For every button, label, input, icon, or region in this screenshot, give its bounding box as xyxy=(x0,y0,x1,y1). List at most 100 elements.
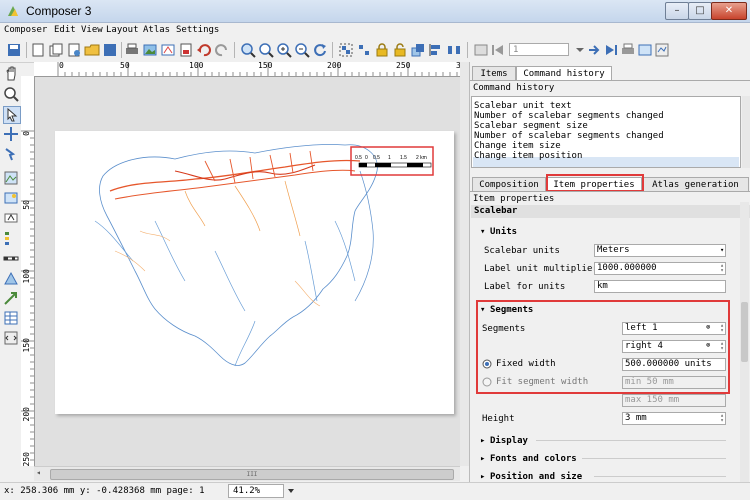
scroll-left-icon[interactable]: ◂ xyxy=(36,468,41,477)
display-section-header[interactable]: Display xyxy=(490,436,528,446)
label-for-units-field[interactable]: km xyxy=(594,280,726,293)
atlas-export-icon[interactable] xyxy=(637,42,653,58)
map-item[interactable]: 0.5 0 0.5 1 1.5 2 km xyxy=(55,131,454,414)
zoom-tool-icon[interactable] xyxy=(3,86,19,102)
scrollbar-handle[interactable] xyxy=(741,302,748,362)
clear-icon[interactable]: ⊗ xyxy=(706,341,710,349)
add-arrow-icon[interactable] xyxy=(3,290,19,306)
menu-view[interactable]: View xyxy=(81,23,103,37)
segments-section-header[interactable]: Segments xyxy=(490,305,533,315)
collapse-arrow-icon[interactable]: ▾ xyxy=(480,227,485,237)
spinbox-arrows-icon[interactable]: ▴ ▾ xyxy=(719,263,725,274)
fit-segment-radio[interactable] xyxy=(482,377,492,387)
expand-arrow-icon[interactable]: ▸ xyxy=(480,472,485,482)
export-pdf-icon[interactable] xyxy=(178,42,194,58)
fonts-colors-section-header[interactable]: Fonts and colors xyxy=(490,454,577,464)
list-item[interactable]: Scalebar segment size xyxy=(474,121,588,131)
clear-icon[interactable]: ⊗ xyxy=(706,323,710,331)
save-template-icon[interactable] xyxy=(102,42,118,58)
unlock-items-icon[interactable] xyxy=(392,42,408,58)
undo-icon[interactable] xyxy=(196,42,212,58)
collapse-arrow-icon[interactable]: ▾ xyxy=(480,305,485,315)
chevron-down-icon[interactable] xyxy=(287,487,295,495)
new-composer-icon[interactable] xyxy=(30,42,46,58)
zoom-in-icon[interactable] xyxy=(276,42,292,58)
list-item[interactable]: Number of scalebar segments changed xyxy=(474,111,664,121)
zoom-full-icon[interactable] xyxy=(240,42,256,58)
pan-hand-icon[interactable] xyxy=(3,66,19,82)
menu-settings[interactable]: Settings xyxy=(176,23,219,37)
scrollbar-handle[interactable]: III xyxy=(50,469,454,480)
height-field[interactable]: 3 mm xyxy=(622,412,726,425)
list-item[interactable]: Change item position xyxy=(474,151,582,161)
horizontal-scrollbar[interactable]: ◂ III xyxy=(34,466,460,481)
print-icon[interactable] xyxy=(124,42,140,58)
position-size-section-header[interactable]: Position and size xyxy=(490,472,582,482)
duplicate-composer-icon[interactable] xyxy=(48,42,64,58)
add-image-icon[interactable] xyxy=(3,190,19,206)
menu-edit[interactable]: Edit xyxy=(54,23,76,37)
scalebar-item[interactable]: 0.5 0 0.5 1 1.5 2 km xyxy=(355,155,432,168)
raise-items-icon[interactable] xyxy=(410,42,426,58)
spinbox-arrows-icon[interactable]: ▴ ▾ xyxy=(719,341,725,352)
units-section-header[interactable]: Units xyxy=(490,227,517,237)
fixed-width-radio[interactable] xyxy=(482,359,492,369)
composer-canvas[interactable]: 0.5 0 0.5 1 1.5 2 km xyxy=(35,77,460,466)
zoom-out-icon[interactable] xyxy=(294,42,310,58)
add-html-icon[interactable] xyxy=(3,330,19,346)
label-unit-multiplier-field[interactable]: 1000.000000 xyxy=(594,262,726,275)
atlas-last-icon[interactable] xyxy=(603,42,619,58)
redo-icon[interactable] xyxy=(214,42,230,58)
zoom-actual-icon[interactable] xyxy=(258,42,274,58)
tab-composition[interactable]: Composition xyxy=(472,177,546,191)
command-history-list[interactable]: Scalebar unit text Number of scalebar se… xyxy=(471,96,741,168)
segments-left-field[interactable]: left 1 xyxy=(622,322,726,335)
spinbox-arrows-icon[interactable]: ▴ ▾ xyxy=(719,323,725,334)
minimize-button[interactable]: – xyxy=(665,2,689,20)
segments-right-field[interactable]: right 4 xyxy=(622,340,726,353)
atlas-preview-icon[interactable] xyxy=(473,42,489,58)
export-image-icon[interactable] xyxy=(142,42,158,58)
list-item[interactable]: Change item size xyxy=(474,141,561,151)
move-content-icon[interactable] xyxy=(3,126,19,142)
expand-arrow-icon[interactable]: ▸ xyxy=(480,436,485,446)
tab-atlas-generation[interactable]: Atlas generation xyxy=(642,177,749,191)
refresh-icon[interactable] xyxy=(312,42,328,58)
list-item[interactable]: Number of scalebar segments changed xyxy=(474,131,664,141)
group-items-icon[interactable] xyxy=(338,42,354,58)
vertical-scrollbar[interactable] xyxy=(460,62,469,466)
close-button[interactable]: ✕ xyxy=(711,2,747,20)
save-icon[interactable] xyxy=(6,42,22,58)
edit-nodes-icon[interactable] xyxy=(3,146,19,162)
lock-items-icon[interactable] xyxy=(374,42,390,58)
min-width-field[interactable]: min 50 mm xyxy=(622,376,726,389)
properties-scrollbar[interactable] xyxy=(740,202,749,482)
align-items-icon[interactable] xyxy=(428,42,444,58)
add-legend-icon[interactable] xyxy=(3,230,19,246)
menu-layout[interactable]: Layout xyxy=(106,23,139,37)
composer-manager-icon[interactable] xyxy=(66,42,82,58)
atlas-settings-icon[interactable] xyxy=(654,42,670,58)
add-map-icon[interactable] xyxy=(3,170,19,186)
list-item[interactable]: Scalebar unit text xyxy=(474,101,572,111)
print-page[interactable]: 0.5 0 0.5 1 1.5 2 km xyxy=(55,131,454,414)
ungroup-items-icon[interactable] xyxy=(356,42,372,58)
add-shape-icon[interactable] xyxy=(3,270,19,286)
export-svg-icon[interactable] xyxy=(160,42,176,58)
menu-composer[interactable]: Composer xyxy=(4,23,47,37)
tab-items[interactable]: Items xyxy=(472,66,516,80)
maximize-button[interactable]: □ xyxy=(688,2,712,20)
add-table-icon[interactable] xyxy=(3,310,19,326)
tab-command-history[interactable]: Command history xyxy=(516,66,612,80)
menu-atlas[interactable]: Atlas xyxy=(143,23,170,37)
history-scrollbar[interactable] xyxy=(742,96,750,168)
distribute-items-icon[interactable] xyxy=(446,42,462,58)
atlas-page-spinbox[interactable]: 1 xyxy=(509,43,569,56)
load-template-icon[interactable] xyxy=(84,42,100,58)
zoom-combobox[interactable]: 41.2% xyxy=(228,484,284,498)
atlas-first-icon[interactable] xyxy=(490,42,506,58)
fixed-width-field[interactable]: 500.000000 units xyxy=(622,358,726,371)
scalebar-units-select[interactable]: Meters xyxy=(594,244,726,257)
atlas-print-icon[interactable] xyxy=(620,42,636,58)
spinbox-arrows-icon[interactable]: ▴ ▾ xyxy=(719,413,725,424)
